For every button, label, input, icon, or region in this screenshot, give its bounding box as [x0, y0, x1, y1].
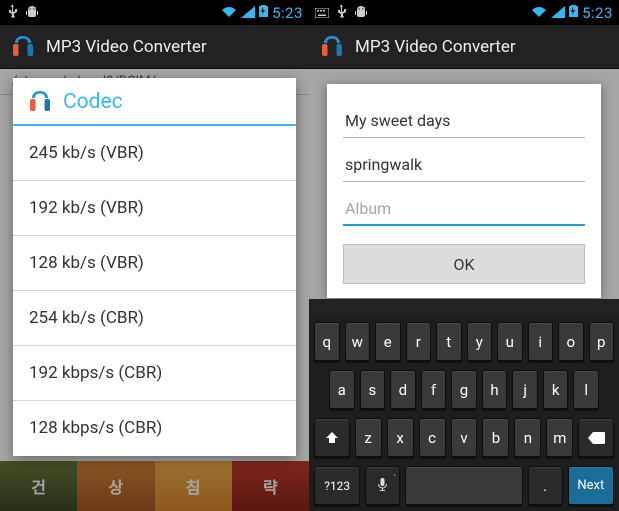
- key-l[interactable]: l: [573, 370, 599, 409]
- key-h[interactable]: h: [482, 370, 508, 409]
- key-shift[interactable]: [314, 418, 350, 457]
- album-field[interactable]: [343, 192, 585, 226]
- key-i[interactable]: i: [528, 322, 554, 361]
- key-switch-symbols[interactable]: ?123: [314, 466, 360, 505]
- app-logo-icon: [10, 35, 36, 59]
- key-period[interactable]: .: [528, 466, 563, 505]
- keyboard-row-2: a s d f g h j k l: [314, 370, 614, 409]
- key-next[interactable]: Next: [568, 466, 614, 505]
- key-q[interactable]: q: [314, 322, 340, 361]
- soft-keyboard: q w e r t y u i o p a s d f g h j k l: [309, 299, 619, 511]
- shift-icon: [325, 431, 339, 445]
- key-v[interactable]: v: [451, 418, 478, 457]
- keyboard-body: q w e r t y u i o p a s d f g h j k l: [309, 315, 619, 511]
- key-u[interactable]: u: [497, 322, 523, 361]
- keyboard-row-3: z x c v b n m: [314, 418, 614, 457]
- status-bar: 5:23: [0, 0, 309, 25]
- signal-icon: [551, 3, 565, 22]
- usb-icon: [6, 3, 18, 22]
- key-k[interactable]: k: [543, 370, 569, 409]
- key-space[interactable]: [405, 466, 522, 505]
- codec-dialog-title: Codec: [63, 90, 123, 114]
- status-clock: 5:23: [272, 4, 303, 22]
- metadata-dialog: OK: [327, 84, 601, 298]
- action-bar: MP3 Video Converter: [309, 25, 619, 69]
- codec-option[interactable]: 254 kb/s (CBR): [13, 291, 296, 346]
- status-left: [6, 3, 40, 22]
- status-clock: 5:23: [582, 4, 613, 22]
- android-debug-icon: [353, 3, 369, 22]
- key-b[interactable]: b: [482, 418, 509, 457]
- key-s[interactable]: s: [360, 370, 386, 409]
- key-n[interactable]: n: [514, 418, 541, 457]
- phone-screen-left: 5:23 MP3 Video Converter /storage/sdcard…: [0, 0, 309, 511]
- key-y[interactable]: y: [467, 322, 493, 361]
- battery-charging-icon: [259, 3, 268, 22]
- title-field[interactable]: [343, 104, 585, 138]
- keyboard-icon: [315, 3, 329, 22]
- key-backspace[interactable]: [578, 418, 614, 457]
- status-bar: 5:23: [309, 0, 619, 25]
- codec-dialog: Codec 245 kb/s (VBR) 192 kb/s (VBR) 128 …: [13, 78, 296, 456]
- app-logo-icon: [319, 35, 345, 59]
- usb-icon: [335, 3, 347, 22]
- status-left: [315, 3, 369, 22]
- key-w[interactable]: w: [345, 322, 371, 361]
- keyboard-candidates[interactable]: [309, 299, 619, 315]
- codec-option[interactable]: 128 kbps/s (CBR): [13, 401, 296, 456]
- app-title: MP3 Video Converter: [46, 37, 207, 57]
- status-right: 5:23: [221, 3, 303, 22]
- key-f[interactable]: f: [421, 370, 447, 409]
- wifi-icon: [221, 3, 237, 22]
- key-r[interactable]: r: [406, 322, 432, 361]
- ok-button[interactable]: OK: [343, 244, 585, 284]
- wifi-icon: [531, 3, 547, 22]
- key-x[interactable]: x: [387, 418, 414, 457]
- artist-field[interactable]: [343, 148, 585, 182]
- key-m[interactable]: m: [546, 418, 573, 457]
- keyboard-row-1: q w e r t y u i o p: [314, 322, 614, 361]
- key-t[interactable]: t: [436, 322, 462, 361]
- key-o[interactable]: o: [558, 322, 584, 361]
- action-bar: MP3 Video Converter: [0, 25, 309, 69]
- android-debug-icon: [24, 3, 40, 22]
- status-right: 5:23: [531, 3, 613, 22]
- battery-charging-icon: [569, 3, 578, 22]
- codec-dialog-title-row: Codec: [13, 78, 296, 126]
- key-p[interactable]: p: [589, 322, 615, 361]
- key-comma[interactable]: ,: [365, 466, 400, 505]
- codec-option[interactable]: 128 kb/s (VBR): [13, 236, 296, 291]
- codec-option[interactable]: 192 kb/s (VBR): [13, 181, 296, 236]
- backspace-icon: [587, 432, 605, 444]
- mic-icon: [378, 477, 387, 495]
- keyboard-row-4: ?123 , . Next: [314, 466, 614, 505]
- key-j[interactable]: j: [512, 370, 538, 409]
- signal-icon: [241, 3, 255, 22]
- codec-option[interactable]: 245 kb/s (VBR): [13, 126, 296, 181]
- key-a[interactable]: a: [329, 370, 355, 409]
- key-d[interactable]: d: [390, 370, 416, 409]
- headphones-icon: [27, 90, 53, 114]
- key-c[interactable]: c: [419, 418, 446, 457]
- key-g[interactable]: g: [451, 370, 477, 409]
- key-e[interactable]: e: [375, 322, 401, 361]
- codec-options-list: 245 kb/s (VBR) 192 kb/s (VBR) 128 kb/s (…: [13, 126, 296, 456]
- codec-option[interactable]: 192 kbps/s (CBR): [13, 346, 296, 401]
- phone-screen-right: 5:23 MP3 Video Converter OK q w e r t y …: [309, 0, 619, 511]
- key-z[interactable]: z: [355, 418, 382, 457]
- app-title: MP3 Video Converter: [355, 37, 516, 57]
